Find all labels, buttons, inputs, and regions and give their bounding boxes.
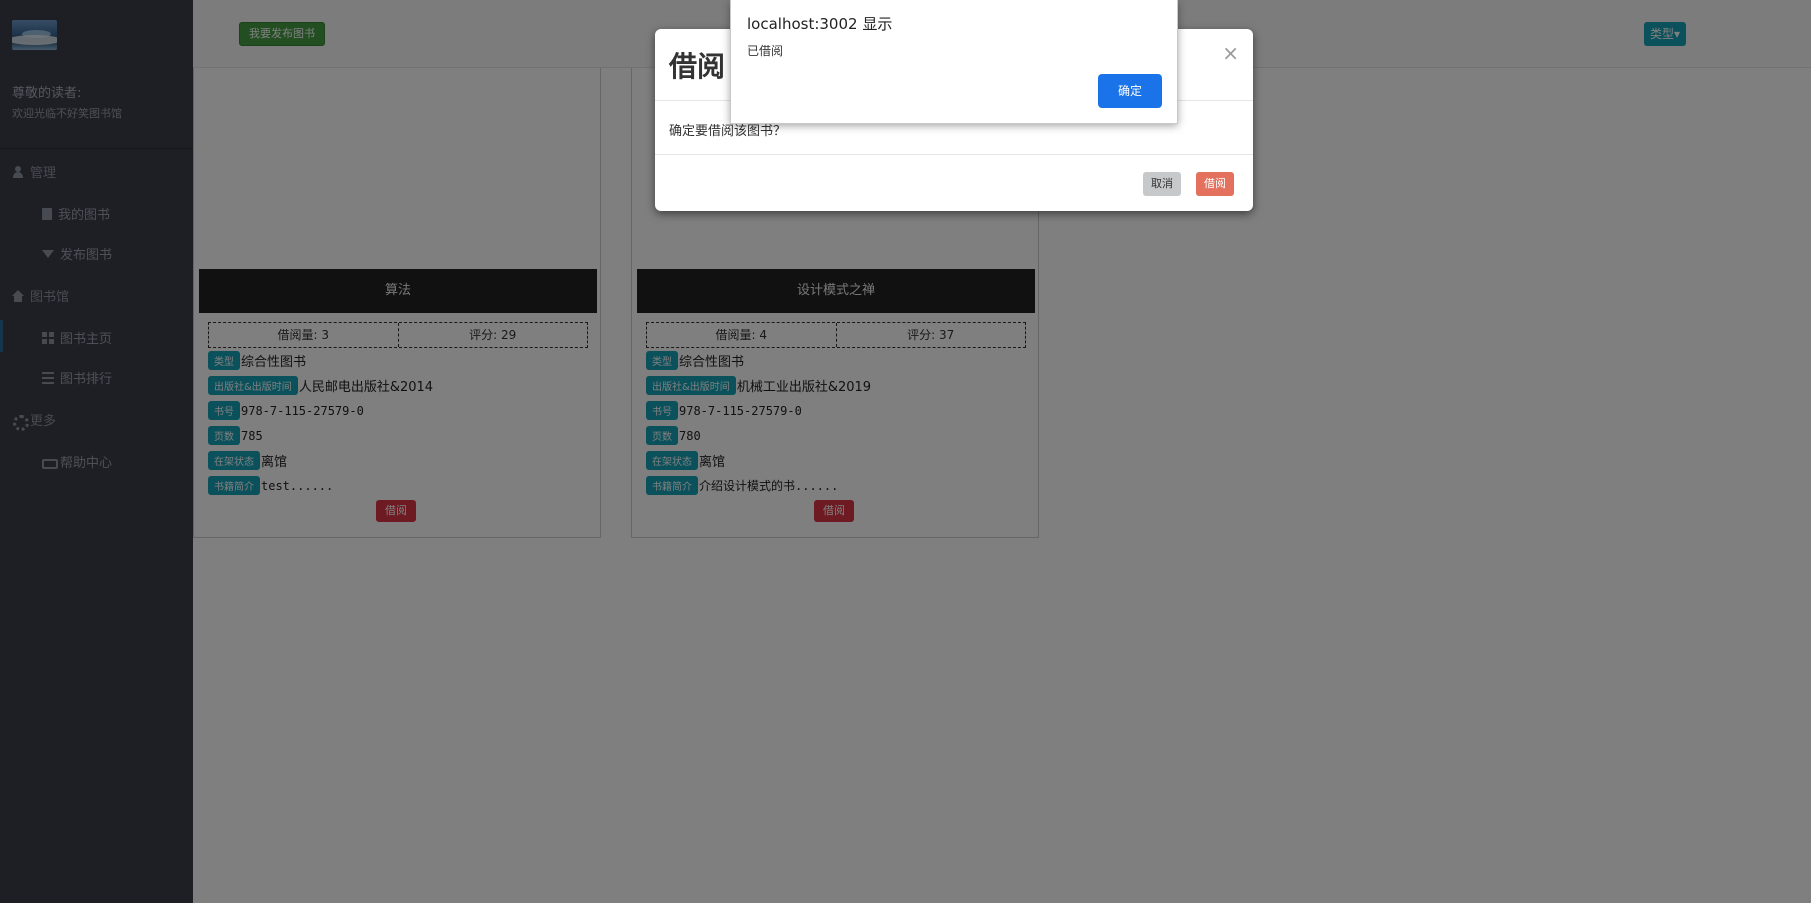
modal-divider — [655, 154, 1253, 155]
confirm-borrow-button[interactable]: 借阅 — [1196, 172, 1234, 196]
modal-title: 借阅 — [669, 50, 726, 83]
alert-title: localhost:3002 显示 — [747, 15, 893, 33]
cancel-button[interactable]: 取消 — [1143, 172, 1181, 196]
alert-ok-button[interactable]: 确定 — [1098, 74, 1162, 108]
browser-alert-dialog: localhost:3002 显示 已借阅 确定 — [730, 0, 1178, 124]
alert-message: 已借阅 — [747, 44, 784, 58]
close-icon[interactable]: × — [1222, 41, 1239, 65]
